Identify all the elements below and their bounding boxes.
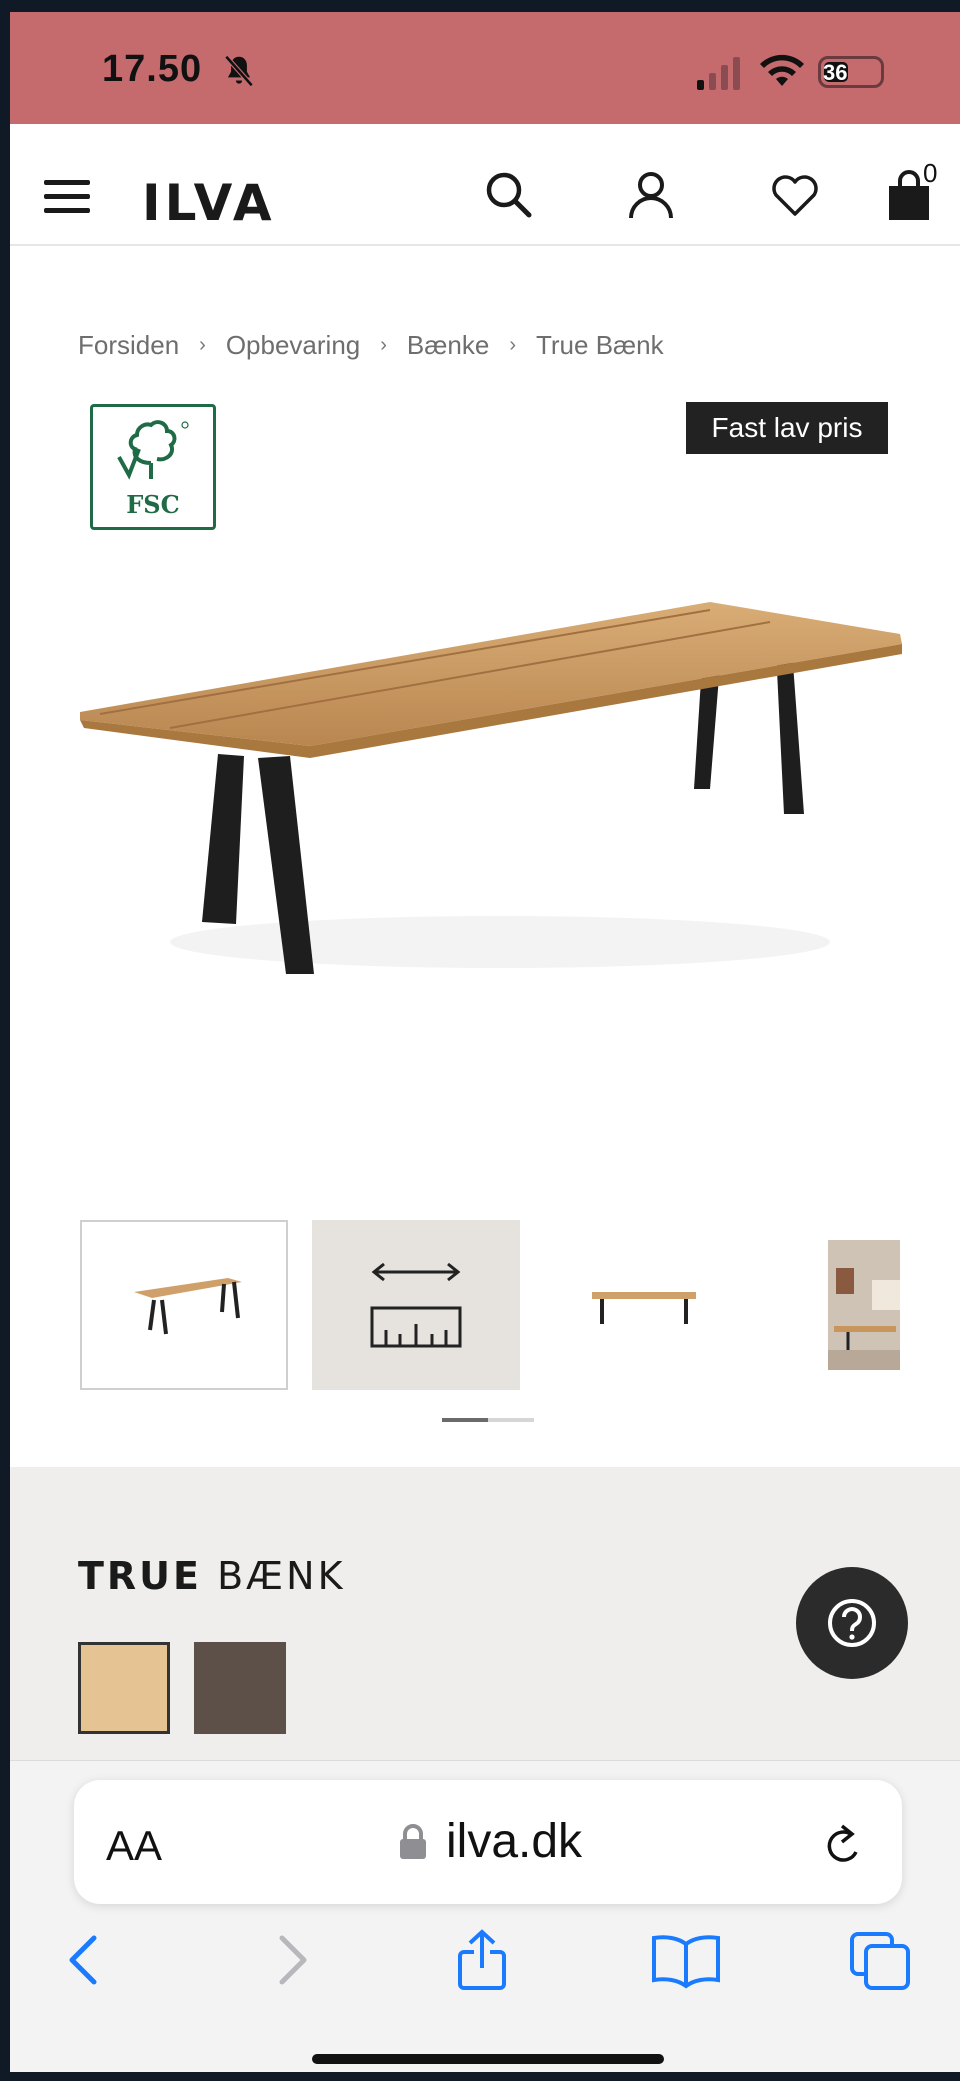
account-icon[interactable] [624, 168, 678, 222]
color-swatch-dark-oak[interactable] [194, 1642, 286, 1734]
breadcrumb-item-true-baenk[interactable]: True Bænk [536, 330, 664, 361]
fsc-certification-logo: FSC [90, 404, 216, 530]
share-icon[interactable] [452, 1928, 512, 1992]
product-title-rest: BÆNK [202, 1554, 346, 1598]
breadcrumb-item-forsiden[interactable]: Forsiden [78, 330, 179, 361]
chevron-right-icon: › [509, 334, 516, 356]
fast-lav-pris-badge: Fast lav pris [686, 402, 888, 454]
tree-check-icon [117, 420, 189, 480]
cart-count-badge: 0 [923, 158, 938, 188]
product-title: TRUE BÆNK [78, 1554, 346, 1598]
cellular-signal-icon [697, 57, 740, 90]
product-title-bold: TRUE [78, 1554, 202, 1598]
lock-icon [400, 1823, 426, 1859]
search-icon[interactable] [482, 168, 536, 222]
status-time: 17.50 [102, 48, 203, 90]
question-mark-icon [828, 1599, 876, 1647]
phone-screen: 17.50 36 ILVA 0 Forsiden › Opbevaring › … [10, 12, 960, 2072]
wifi-icon [760, 54, 804, 86]
forward-arrow-icon[interactable] [260, 1928, 320, 1992]
chevron-right-icon: › [199, 334, 206, 356]
thumbnail-room-scene[interactable] [828, 1240, 900, 1370]
muted-bell-icon [224, 55, 254, 87]
url-display[interactable]: ilva.dk [398, 1814, 582, 1869]
breadcrumb: Forsiden › Opbevaring › Bænke › True Bæn… [78, 330, 664, 361]
site-header: ILVA 0 [10, 124, 960, 246]
bookmarks-icon[interactable] [648, 1928, 724, 1992]
thumbnail-dimensions[interactable] [312, 1220, 520, 1390]
battery-level: 36 [823, 60, 848, 85]
wishlist-heart-icon[interactable] [768, 168, 822, 222]
menu-icon[interactable] [44, 176, 94, 216]
product-image-bench[interactable] [70, 582, 920, 1022]
help-button[interactable] [796, 1567, 908, 1679]
thumbnail-scroll-indicator [442, 1418, 534, 1422]
thumbnail-bench-angle[interactable] [80, 1220, 288, 1390]
fsc-label: FSC [126, 490, 180, 519]
thumbnail-bench-front[interactable] [544, 1220, 752, 1390]
color-swatch-natural-oak[interactable] [78, 1642, 170, 1734]
image-thumbnails [80, 1220, 920, 1400]
url-text: ilva.dk [446, 1815, 583, 1868]
reload-icon[interactable] [820, 1820, 868, 1872]
home-indicator [312, 2054, 664, 2064]
chevron-right-icon: › [380, 334, 387, 356]
status-bar: 17.50 36 [10, 12, 960, 124]
ilva-logo[interactable]: ILVA [142, 174, 276, 232]
battery-icon: 36 [818, 56, 884, 88]
breadcrumb-item-opbevaring[interactable]: Opbevaring [226, 330, 360, 361]
text-size-button[interactable]: AA [106, 1822, 162, 1870]
tabs-icon[interactable] [846, 1928, 914, 1992]
device-frame: 17.50 36 ILVA 0 Forsiden › Opbevaring › … [0, 0, 960, 2081]
breadcrumb-item-baenke[interactable]: Bænke [407, 330, 489, 361]
back-arrow-icon[interactable] [56, 1928, 116, 1992]
